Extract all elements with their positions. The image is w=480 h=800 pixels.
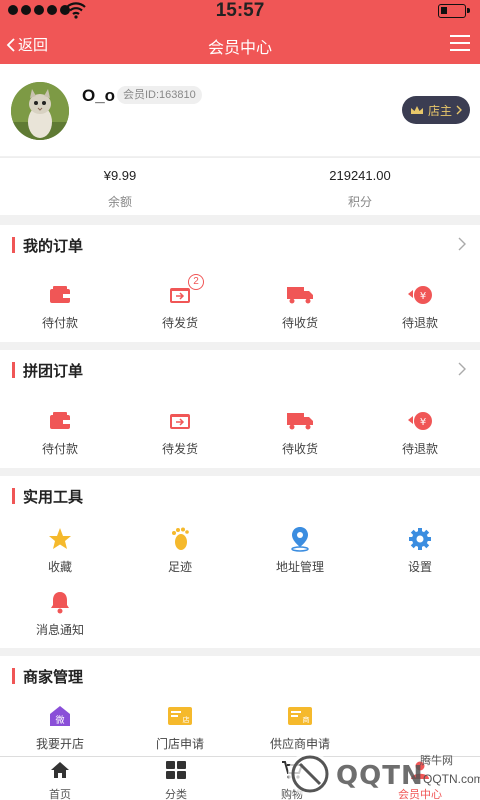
page-title: 会员中心: [207, 40, 272, 57]
truck-icon: [287, 287, 313, 304]
chevron-right-icon: [458, 237, 466, 251]
battery-icon: [438, 4, 470, 18]
balance-stat[interactable]: ¥9.99 余额: [0, 168, 240, 210]
nav-bar: 返回 会员中心: [0, 22, 480, 64]
shop-owner-label: 店主: [427, 103, 452, 118]
status-bar: 15:57: [0, 0, 480, 22]
points-value: 219241.00: [329, 168, 391, 183]
my-orders-section: 我的订单 待付款 2 待发货 待收货 ¥ 待退款: [0, 225, 480, 342]
tools-section: 实用工具 收藏 足迹 地址管理 设置 消息通知: [0, 476, 480, 648]
section-title: 商家管理: [23, 669, 84, 686]
wallet-icon: [50, 286, 70, 303]
status-time: 15:57: [215, 0, 265, 21]
gear-icon: [409, 528, 431, 550]
points-label: 积分: [347, 195, 372, 209]
settings-tool[interactable]: 设置: [360, 526, 480, 575]
watermark-text: 腾牛网: [420, 755, 453, 767]
menu-icon[interactable]: [450, 35, 470, 51]
tools-header: 实用工具: [0, 476, 480, 516]
merchant-section: 商家管理 微 我要开店 店 门店申请 商 供应商申请: [0, 656, 480, 756]
svg-text:¥: ¥: [420, 417, 426, 428]
balance-value: ¥9.99: [103, 168, 137, 183]
account-stats: ¥9.99 余额 219241.00 积分: [0, 157, 480, 215]
svg-text:微: 微: [55, 714, 64, 726]
group-pending-refund[interactable]: ¥ 待退款: [360, 408, 480, 457]
footprint-tool[interactable]: 足迹: [120, 526, 240, 575]
wallet-icon: [50, 412, 70, 429]
home-icon: [51, 762, 69, 778]
shop-icon: 微: [50, 706, 70, 726]
section-title: 实用工具: [23, 489, 84, 506]
tab-category[interactable]: 分类: [116, 761, 236, 800]
chevron-right-icon: [458, 362, 466, 376]
bell-icon: [51, 592, 69, 614]
shop-owner-button[interactable]: 店主: [402, 96, 470, 124]
address-tool[interactable]: 地址管理: [240, 526, 360, 575]
merchant-header: 商家管理: [0, 656, 480, 696]
my-orders-header[interactable]: 我的订单: [0, 225, 480, 265]
order-pending-shipment[interactable]: 2 待发货: [120, 274, 240, 331]
svg-text:QQTN: QQTN: [336, 761, 424, 791]
points-stat[interactable]: 219241.00 积分: [240, 168, 480, 210]
crown-icon: [410, 106, 423, 114]
truck-icon: [287, 413, 313, 430]
refund-icon: ¥: [408, 286, 432, 304]
supplier-card-icon: 商: [288, 707, 312, 725]
section-title: 我的订单: [23, 238, 84, 255]
section-title: 拼团订单: [23, 363, 84, 380]
box-icon: [170, 288, 190, 303]
chevron-right-icon: [456, 105, 462, 115]
footprint-icon: [172, 527, 189, 550]
grid-icon: [166, 761, 186, 779]
order-pending-refund[interactable]: ¥ 待退款: [360, 282, 480, 331]
avatar[interactable]: [11, 82, 69, 140]
svg-text:商: 商: [303, 715, 310, 724]
location-icon: [291, 527, 309, 552]
box-icon: [170, 414, 190, 429]
group-pending-receipt[interactable]: 待收货: [240, 408, 360, 457]
order-pending-receipt[interactable]: 待收货: [240, 282, 360, 331]
member-id-badge: 会员ID:163810: [117, 86, 202, 104]
star-icon: [49, 528, 71, 549]
open-shop-item[interactable]: 微 我要开店: [0, 703, 120, 752]
profile-card: O_o 会员ID:163810 店主: [0, 64, 480, 156]
svg-text:¥: ¥: [420, 291, 426, 302]
group-pending-payment[interactable]: 待付款: [0, 408, 120, 457]
order-pending-payment[interactable]: 待付款: [0, 282, 120, 331]
tab-home[interactable]: 首页: [0, 761, 120, 800]
store-apply-item[interactable]: 店 门店申请: [120, 703, 240, 752]
watermark-brand: QQTN.com: [423, 772, 480, 786]
store-card-icon: 店: [168, 707, 192, 725]
refund-icon: ¥: [408, 412, 432, 430]
group-orders-section: 拼团订单 待付款 待发货 待收货 ¥ 待退款: [0, 350, 480, 468]
username: O_o: [82, 86, 116, 105]
group-pending-shipment[interactable]: 待发货: [120, 408, 240, 457]
notifications-tool[interactable]: 消息通知: [0, 589, 120, 638]
svg-text:店: 店: [183, 715, 190, 724]
group-orders-header[interactable]: 拼团订单: [0, 350, 480, 390]
balance-label: 余额: [107, 195, 132, 209]
favorites-tool[interactable]: 收藏: [0, 526, 120, 575]
order-count-badge: 2: [188, 274, 204, 290]
site-watermark: QQTN 腾牛网 QQTN.com: [280, 742, 480, 800]
